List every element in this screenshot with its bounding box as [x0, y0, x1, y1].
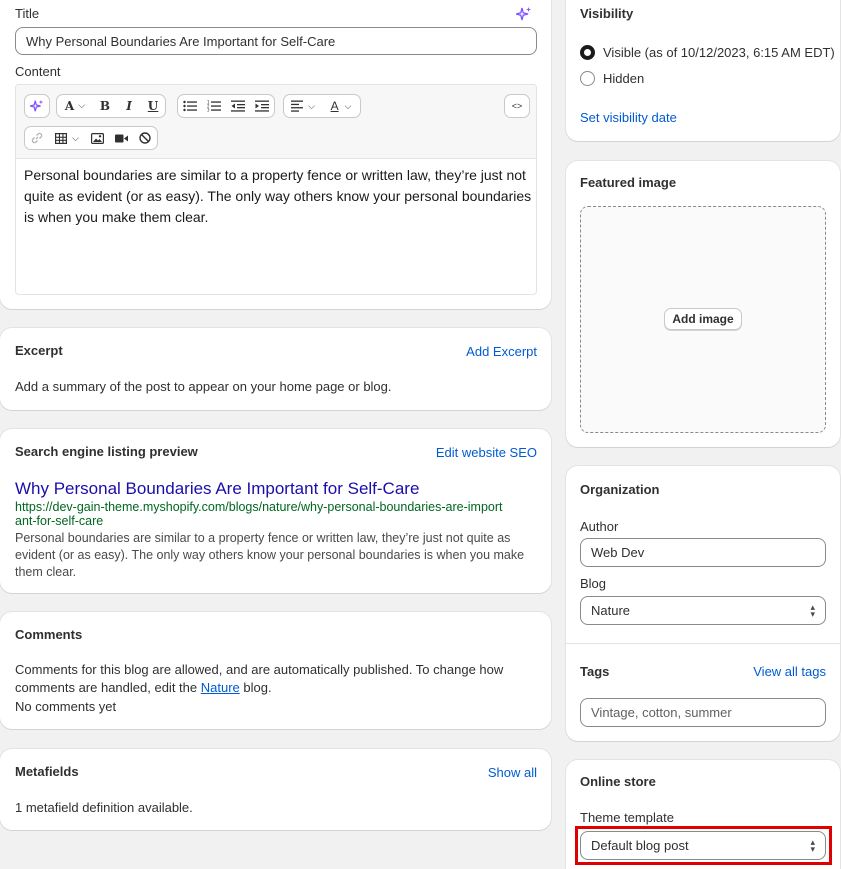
chevron-down-icon: ⌵	[308, 100, 315, 111]
metafields-heading: Metafields	[15, 764, 79, 779]
hidden-option-label: Hidden	[603, 71, 645, 86]
theme-template-label: Theme template	[580, 810, 674, 825]
title-label: Title	[15, 6, 40, 21]
format-group: A ⌵ B I U	[56, 94, 166, 118]
magic-sparkle-icon[interactable]	[25, 95, 49, 117]
text-color-button[interactable]: A ⌵	[322, 95, 360, 117]
organization-card: Organization Author Web Dev Blog Nature …	[566, 466, 840, 741]
table-icon	[55, 132, 68, 144]
blog-select-value: Nature	[591, 603, 631, 618]
author-input[interactable]: Web Dev	[580, 538, 826, 567]
bullet-list-icon[interactable]	[178, 95, 202, 117]
excerpt-description: Add a summary of the post to appear on y…	[15, 379, 392, 394]
theme-template-value: Default blog post	[591, 838, 689, 853]
seo-card: Search engine listing preview Edit websi…	[0, 429, 551, 593]
show-all-link[interactable]: Show all	[488, 765, 537, 780]
text-color-icon: A	[330, 99, 339, 113]
tags-heading: Tags	[580, 664, 610, 679]
rich-text-editor: A ⌵ B I U 123 ⌵ A ⌵ <> ⌵ Personal bounda…	[15, 84, 537, 295]
visibility-heading: Visibility	[580, 6, 634, 21]
magic-sparkle-icon[interactable]	[515, 6, 532, 22]
metafields-description: 1 metafield definition available.	[15, 800, 193, 815]
comments-description: Comments for this blog are allowed, and …	[15, 661, 515, 697]
indent-icon[interactable]	[250, 95, 274, 117]
comments-card: Comments Comments for this blog are allo…	[0, 612, 551, 729]
tags-input[interactable]: Vintage, cotton, summer	[580, 698, 826, 727]
link-icon[interactable]	[25, 127, 49, 149]
online-store-heading: Online store	[580, 774, 656, 789]
insert-group: ⌵	[24, 126, 158, 150]
comments-status: No comments yet	[15, 699, 117, 714]
align-left-icon	[291, 100, 304, 112]
view-all-tags-link[interactable]: View all tags	[753, 664, 826, 679]
featured-image-card: Featured image Add image	[566, 161, 840, 447]
seo-heading: Search engine listing preview	[15, 444, 198, 459]
excerpt-card: Excerpt Add Excerpt Add a summary of the…	[0, 328, 551, 410]
online-store-card: Online store Theme template Default blog…	[566, 760, 840, 869]
select-chevron-icon: ▴ ▾	[810, 836, 815, 854]
image-icon[interactable]	[85, 127, 109, 149]
theme-template-select[interactable]: Default blog post ▴ ▾	[580, 831, 826, 860]
editor-toolbar: A ⌵ B I U 123 ⌵ A ⌵ <> ⌵	[16, 85, 536, 159]
set-visibility-date-link[interactable]: Set visibility date	[580, 110, 677, 125]
chevron-down-icon: ⌵	[344, 100, 352, 111]
add-image-button[interactable]: Add image	[664, 308, 742, 330]
code-group: <>	[504, 94, 530, 118]
font-a-glyph: A	[64, 99, 75, 113]
select-chevron-icon: ▴ ▾	[810, 601, 815, 619]
featured-image-heading: Featured image	[580, 175, 677, 190]
video-icon[interactable]	[109, 127, 133, 149]
table-button[interactable]: ⌵	[49, 127, 85, 149]
font-style-button[interactable]: A ⌵	[57, 95, 93, 117]
blog-select[interactable]: Nature ▴ ▾	[580, 596, 826, 625]
seo-preview-url: https://dev-gain-theme.myshopify.com/blo…	[15, 500, 503, 528]
chevron-down-icon: ⌵	[78, 101, 86, 111]
edit-seo-link[interactable]: Edit website SEO	[436, 445, 537, 460]
add-excerpt-link[interactable]: Add Excerpt	[466, 344, 537, 359]
hidden-radio[interactable]	[580, 71, 595, 86]
title-input[interactable]: Why Personal Boundaries Are Important fo…	[15, 27, 537, 55]
underline-button[interactable]: U	[141, 95, 165, 117]
organization-heading: Organization	[580, 482, 660, 497]
blog-label: Blog	[580, 576, 607, 591]
comments-heading: Comments	[15, 627, 83, 642]
metafields-card: Metafields Show all 1 metafield definiti…	[0, 749, 551, 830]
numbered-list-icon[interactable]: 123	[202, 95, 226, 117]
align-color-group: ⌵ A ⌵	[283, 94, 361, 118]
post-editor-card: Title Why Personal Boundaries Are Import…	[0, 0, 551, 309]
seo-preview-title: Why Personal Boundaries Are Important fo…	[15, 479, 420, 498]
magic-group	[24, 94, 50, 118]
visibility-card: Visibility Visible (as of 10/12/2023, 6:…	[566, 0, 840, 141]
code-view-button[interactable]: <>	[505, 95, 529, 117]
align-button[interactable]: ⌵	[284, 95, 322, 117]
bold-button[interactable]: B	[93, 95, 117, 117]
svg-text:3: 3	[207, 108, 210, 113]
comments-text-after: blog.	[243, 680, 272, 695]
image-dropzone[interactable]: Add image	[580, 206, 826, 433]
list-group: 123	[177, 94, 275, 118]
italic-button[interactable]: I	[117, 95, 141, 117]
outdent-icon[interactable]	[226, 95, 250, 117]
visible-radio[interactable]	[580, 45, 595, 60]
author-label: Author	[580, 519, 619, 534]
nature-blog-link[interactable]: Nature	[201, 680, 240, 695]
organization-divider	[566, 643, 840, 644]
clear-format-icon[interactable]	[133, 127, 157, 149]
visible-option-label: Visible (as of 10/12/2023, 6:15 AM EDT)	[603, 45, 835, 60]
chevron-down-icon: ⌵	[72, 132, 79, 143]
excerpt-heading: Excerpt	[15, 343, 63, 358]
seo-preview-description: Personal boundaries are similar to a pro…	[15, 531, 525, 579]
content-label: Content	[15, 64, 61, 79]
editor-content[interactable]: Personal boundaries are similar to a pro…	[24, 165, 532, 228]
